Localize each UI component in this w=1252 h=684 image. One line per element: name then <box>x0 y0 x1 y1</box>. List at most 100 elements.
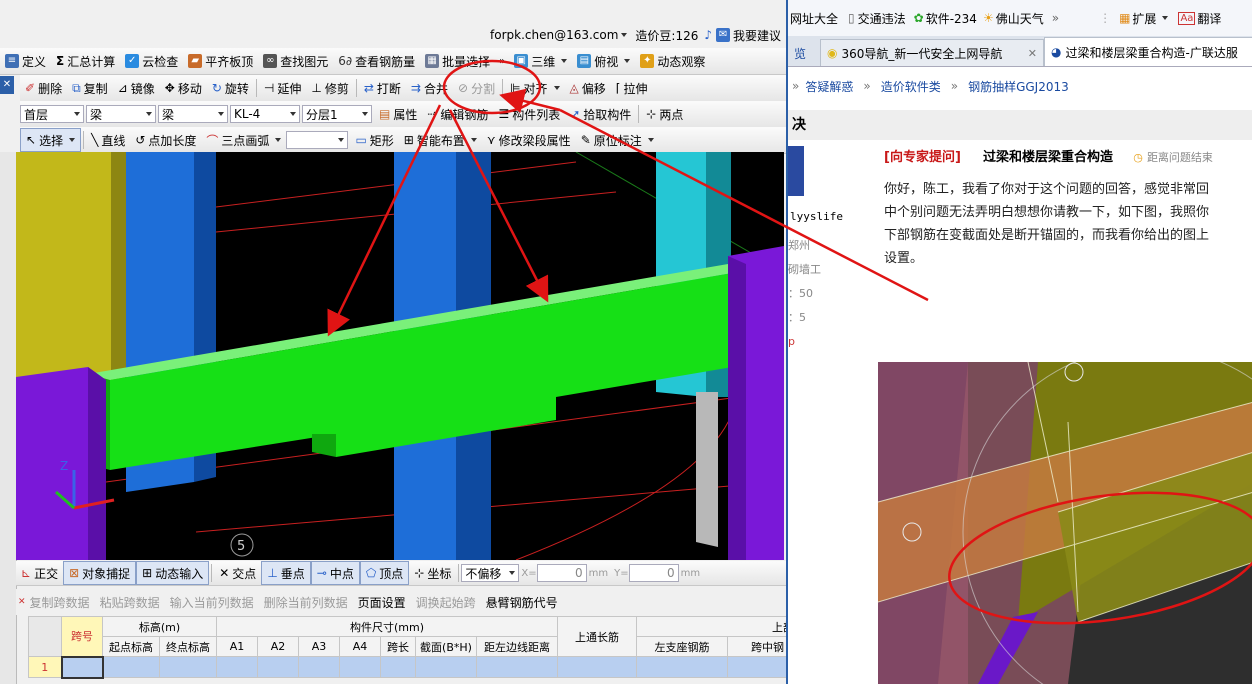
point-length-button[interactable]: ↺ 点加长度 <box>130 129 201 151</box>
delete-column-button[interactable]: 删除当前列数据 <box>264 594 348 611</box>
ortho-toggle[interactable]: ⊾ 正交 <box>16 562 63 584</box>
swap-start-button[interactable]: 调换起始跨 <box>416 594 476 611</box>
split-button[interactable]: ⊘ 分割 <box>453 77 500 99</box>
delete-button[interactable]: ✐ 删除 <box>20 77 67 99</box>
copy-span-button[interactable]: 复制跨数据 <box>30 594 90 611</box>
avatar[interactable] <box>788 146 804 196</box>
suggest-link[interactable]: 我要建议 <box>733 27 781 44</box>
account-email[interactable]: forpk.chen@163.com <box>490 28 618 42</box>
message-icon[interactable]: ✉ <box>716 28 731 42</box>
move-button[interactable]: ✥ 移动 <box>160 77 207 99</box>
trim-button[interactable]: ⊥ 修剪 <box>306 77 353 99</box>
cell[interactable] <box>339 656 381 678</box>
extend-button[interactable]: ⊣ 延伸 <box>259 77 306 99</box>
breadcrumb-software[interactable]: 造价软件类 <box>881 78 941 95</box>
mirror-button[interactable]: ⊿ 镜像 <box>113 77 160 99</box>
bookmark-url-hub[interactable]: 网址大全 <box>790 10 838 27</box>
breadcrumb-ggj[interactable]: 钢筋抽样GGJ2013 <box>968 78 1069 95</box>
stretch-button[interactable]: ⌈ 拉伸 <box>611 77 653 99</box>
tab-360-nav[interactable]: ◉ 360导航_新一代安全上网导航 ✕ <box>820 39 1045 66</box>
coordinate-toggle[interactable]: ⊹ 坐标 <box>409 562 456 584</box>
menu-dots-icon[interactable]: ⋮ <box>1099 11 1111 25</box>
question-image[interactable] <box>878 362 1252 684</box>
dynamic-observe-button[interactable]: ✦ 动态观察 <box>635 50 710 72</box>
two-points-button[interactable]: ⊹ 两点 <box>641 103 688 125</box>
edit-rebar-button[interactable]: ⇢ 编辑钢筋 <box>422 103 493 125</box>
3d-button[interactable]: ▣ 三维 <box>509 50 572 72</box>
bookmark-traffic[interactable]: 交通违法 <box>858 10 906 27</box>
bell-icon[interactable]: ♪ <box>704 28 712 42</box>
user-name[interactable]: lyyslife <box>790 210 843 223</box>
offset-select[interactable]: 不偏移 <box>461 564 520 582</box>
properties-button[interactable]: ▤ 属性 <box>374 103 422 125</box>
break-button[interactable]: ⇄ 打断 <box>359 77 406 99</box>
input-column-button[interactable]: 输入当前列数据 <box>170 594 254 611</box>
bookmark-weather[interactable]: 佛山天气 <box>996 10 1044 27</box>
dynamic-input-toggle[interactable]: ⊞ 动态输入 <box>136 561 210 585</box>
midpoint-toggle[interactable]: ⊸ 中点 <box>310 561 360 585</box>
type-select[interactable]: 梁 <box>158 105 228 123</box>
component-select[interactable]: KL-4 <box>230 105 300 123</box>
chevron-down-icon[interactable] <box>621 33 628 37</box>
cell[interactable] <box>415 656 477 678</box>
close-grid-icon[interactable]: ✕ <box>18 597 26 607</box>
batch-select-button[interactable]: ▦ 批量选择 <box>420 50 495 72</box>
y-input[interactable]: 0 <box>628 564 679 582</box>
cell[interactable] <box>298 656 340 678</box>
paste-span-button[interactable]: 粘贴跨数据 <box>100 594 160 611</box>
toolbar-more-icon[interactable]: » <box>499 56 505 67</box>
cell[interactable] <box>476 656 558 678</box>
breadcrumb-qa[interactable]: 答疑解惑 <box>805 78 853 95</box>
tab-prev[interactable]: 览 <box>788 40 812 66</box>
cell[interactable] <box>216 656 258 678</box>
copy-button[interactable]: ⧉ 复制 <box>67 77 113 99</box>
cell[interactable] <box>380 656 416 678</box>
modify-segment-button[interactable]: ⋎ 修改梁段属性 <box>482 129 576 151</box>
more-bookmarks-icon[interactable]: » <box>1052 11 1059 25</box>
cell[interactable] <box>102 656 160 678</box>
cloud-check-button[interactable]: ✓ 云检查 <box>120 50 183 72</box>
view-rebar-button[interactable]: 6∂ 查看钢筋量 <box>333 50 420 72</box>
cell[interactable] <box>727 656 786 678</box>
extensions-button[interactable]: 扩展 <box>1132 10 1156 27</box>
object-snap-toggle[interactable]: ⊠ 对象捕捉 <box>63 561 137 585</box>
vertex-toggle[interactable]: ⬠ 顶点 <box>359 561 410 585</box>
ask-expert-tag[interactable]: [向专家提问] <box>884 150 961 165</box>
perpendicular-toggle[interactable]: ⊥ 垂点 <box>261 561 311 585</box>
select-button[interactable]: ↖ 选择 <box>20 128 82 152</box>
pick-component-button[interactable]: ➚ 拾取构件 <box>565 103 636 125</box>
summary-calc-button[interactable]: Σ 汇总计算 <box>51 50 120 72</box>
close-panel-icon[interactable]: ✕ <box>0 76 14 94</box>
cell[interactable] <box>636 656 728 678</box>
column-yellow[interactable] <box>16 152 111 392</box>
page-setup-button[interactable]: 页面设置 <box>358 594 406 611</box>
cantilever-code-button[interactable]: 悬臂钢筋代号 <box>486 594 558 611</box>
three-point-arc-button[interactable]: ⌒ 三点画弧 <box>201 129 286 151</box>
offset-button[interactable]: ◬ 偏移 <box>565 77 611 99</box>
cell-span-no[interactable] <box>60 655 104 679</box>
align-slab-top-button[interactable]: ▰ 平齐板顶 <box>183 50 258 72</box>
cell[interactable] <box>557 656 637 678</box>
column-grey[interactable] <box>696 392 718 547</box>
category-select[interactable]: 梁 <box>86 105 156 123</box>
table-row[interactable]: 1 <box>28 655 786 679</box>
find-element-button[interactable]: ∞ 查找图元 <box>258 50 333 72</box>
top-view-button[interactable]: ▤ 俯视 <box>572 50 635 72</box>
line-button[interactable]: ╲ 直线 <box>86 129 130 151</box>
x-input[interactable]: 0 <box>536 564 587 582</box>
cell[interactable] <box>257 656 299 678</box>
rotate-button[interactable]: ↻ 旋转 <box>207 77 254 99</box>
translate-button[interactable]: 翻译 <box>1197 10 1221 27</box>
intersection-toggle[interactable]: ✕ 交点 <box>214 562 261 584</box>
chevron-down-icon[interactable] <box>1162 16 1169 20</box>
close-icon[interactable]: ✕ <box>1028 47 1037 60</box>
smart-layout-button[interactable]: ⊞ 智能布置 <box>399 129 482 151</box>
layer-select[interactable]: 分层1 <box>302 105 372 123</box>
tab-active[interactable]: ◕ 过梁和楼层梁重合构造-广联达服 <box>1044 37 1252 66</box>
floor-select[interactable]: 首层 <box>20 105 84 123</box>
bookmark-software[interactable]: 软件-234 <box>926 10 977 27</box>
rectangle-button[interactable]: ▭ 矩形 <box>350 129 398 151</box>
component-list-button[interactable]: ☰ 构件列表 <box>493 103 565 125</box>
merge-button[interactable]: ⇉ 合并 <box>406 77 453 99</box>
define-button[interactable]: ≡ 定义 <box>0 50 51 72</box>
